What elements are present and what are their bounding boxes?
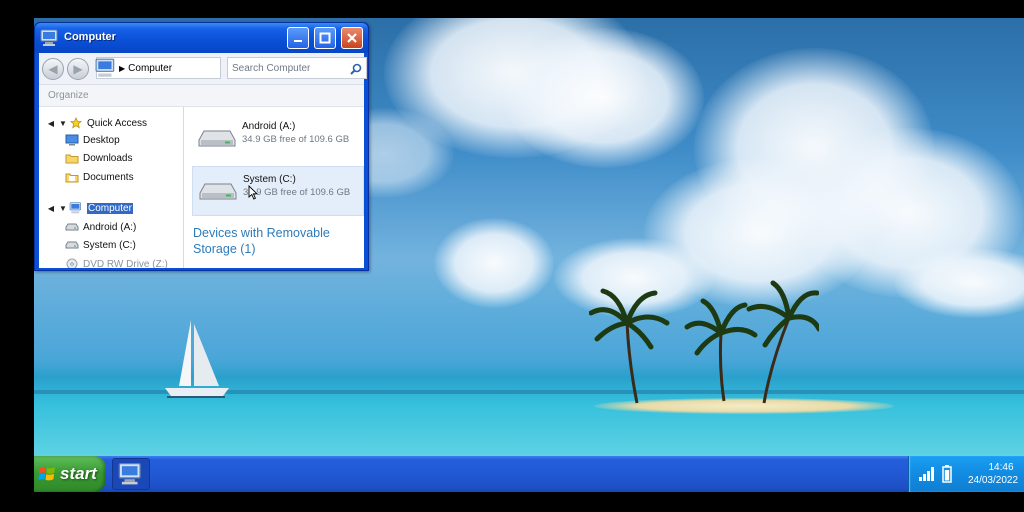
nav-label: System (C:) [83,239,136,251]
star-icon [69,117,83,129]
nav-documents[interactable]: Documents [65,169,134,185]
navigation-pane[interactable]: ◀ ▼ Quick Access Desktop Downloads Docum… [39,107,184,268]
nav-label: Downloads [83,152,133,164]
close-button[interactable] [341,27,363,49]
nav-android-drive[interactable]: Android (A:) [65,219,136,235]
drive-icon [199,183,237,200]
computer-icon [95,58,115,77]
computer-icon [118,462,141,485]
clock-date[interactable]: 24/03/2022 [961,475,1024,486]
nav-label: Quick Access [87,117,148,129]
drive-name: System (C:) [243,174,296,185]
collapse-arrow-icon[interactable]: ◀ [45,204,57,213]
battery-icon[interactable] [942,465,952,483]
dvd-icon [66,258,78,268]
mouse-cursor-icon [248,185,258,200]
nav-dvd-drive[interactable]: DVD RW Drive (Z:) [65,256,168,268]
nav-label-selected: Computer [87,202,133,214]
folder-icon [65,154,79,164]
drive-item-system[interactable]: System (C:) 34.9 GB free of 109.6 GB [192,166,364,216]
maximize-button[interactable] [314,27,336,49]
window-title: Computer [64,31,116,43]
search-icon[interactable] [350,63,362,75]
minimize-button[interactable] [287,27,309,49]
chevron-right-icon[interactable]: ▶ [119,64,125,73]
address-toolbar: ◀ ▶ ▶ Computer Search Computer [39,53,367,85]
computer-icon [69,202,81,214]
forward-button[interactable]: ▶ [67,58,89,80]
nav-downloads[interactable]: Downloads [65,150,132,166]
expand-arrow-icon[interactable]: ▼ [57,119,69,128]
search-placeholder: Search Computer [232,62,311,74]
devices-section-header[interactable]: Devices with Removable Storage (1) [193,225,363,257]
organize-button[interactable]: Organize [48,90,89,101]
taskbar: start 14:46 24/03/2022 [34,456,1024,492]
minimize-icon [294,40,302,42]
explorer-window[interactable]: Computer ◀ ▶ ▶ Computer Search Computer … [34,22,369,271]
windows-logo-icon [38,466,55,481]
nav-label: DVD RW Drive (Z:) [83,258,168,269]
nav-quick-access[interactable]: ◀ ▼ Quick Access [45,115,147,131]
window-client: ◀ ▶ ▶ Computer Search Computer Organize … [39,53,367,268]
start-button[interactable]: start [34,456,106,492]
drive-icon [198,130,236,147]
collapse-arrow-icon[interactable]: ◀ [45,119,57,128]
address-bar[interactable]: ▶ Computer [95,57,221,79]
command-bar: Organize [39,85,364,107]
back-icon: ◀ [48,62,58,76]
nav-label: Desktop [83,134,120,146]
title-bar[interactable]: Computer [35,23,368,53]
nav-label: Documents [83,171,134,183]
nav-label: Android (A:) [83,221,137,233]
screen: Computer ◀ ▶ ▶ Computer Search Computer … [0,0,1024,512]
drive-name: Android (A:) [242,121,296,132]
content-pane[interactable]: Android (A:) 34.9 GB free of 109.6 GB Sy… [185,107,364,268]
drive-free-space: 34.9 GB free of 109.6 GB [242,134,350,145]
drive-icon [65,241,79,249]
taskbar-item-computer[interactable] [112,458,150,490]
nav-computer[interactable]: ◀ ▼ Computer [45,200,133,216]
expand-arrow-icon[interactable]: ▼ [57,204,69,213]
start-label: start [60,464,97,483]
computer-icon [40,29,58,46]
maximize-icon [319,32,331,44]
desktop-icon [65,134,79,146]
drive-icon [65,223,79,231]
address-text: Computer [128,62,173,74]
signal-icon[interactable] [918,466,936,482]
palm-trees [589,280,819,404]
folder-icon [65,173,79,183]
drive-item-android[interactable]: Android (A:) 34.9 GB free of 109.6 GB [192,114,364,164]
search-input[interactable]: Search Computer [227,57,367,79]
close-icon [347,33,357,43]
sailboat [165,320,229,398]
drive-free-space: 34.9 GB free of 109.6 GB [243,187,351,198]
nav-system-drive[interactable]: System (C:) [65,237,136,253]
nav-desktop[interactable]: Desktop [65,132,120,148]
back-button[interactable]: ◀ [42,58,64,80]
forward-icon: ▶ [73,62,83,76]
clock-time[interactable]: 14:46 [981,462,1021,473]
system-tray: 14:46 24/03/2022 [908,456,1024,492]
